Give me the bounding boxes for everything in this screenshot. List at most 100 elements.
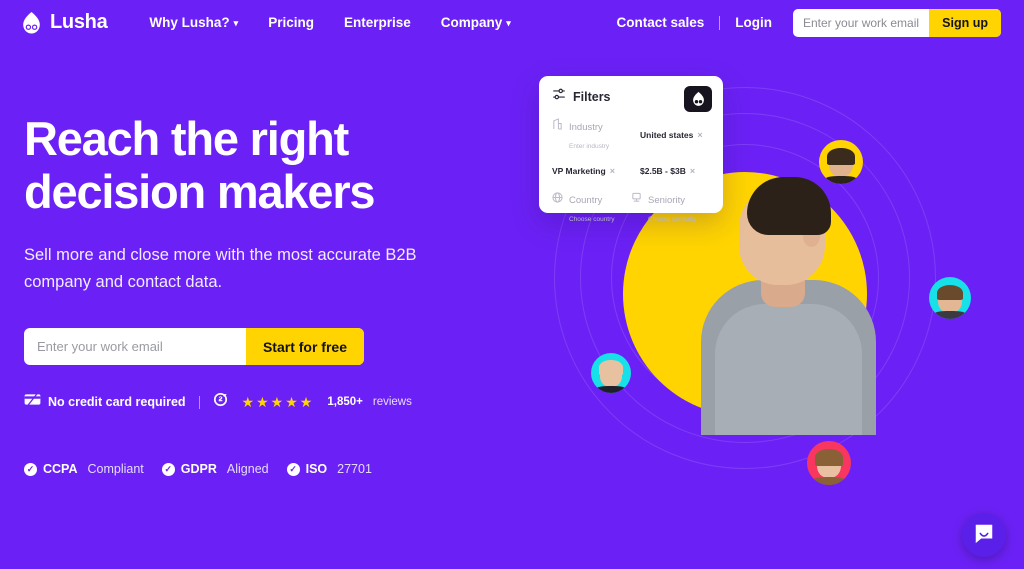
badge-iso: ✓ ISO 27701	[286, 462, 372, 476]
check-icon: ✓	[161, 462, 175, 476]
subhead-line-2: company and contact data.	[24, 273, 223, 291]
nav-item-label: Company	[440, 15, 503, 30]
filter-field-country[interactable]: Country Choose country	[552, 190, 631, 226]
filter-tag-country-value[interactable]: United states ×	[640, 117, 703, 153]
nav-item-why-lusha[interactable]: Why Lusha? ▾	[149, 15, 238, 30]
avatar-shirt	[824, 176, 858, 184]
hero-email-input[interactable]	[24, 329, 246, 364]
avatar-left	[591, 353, 631, 393]
filters-card-title: Filters	[573, 89, 611, 104]
nav-item-label: Pricing	[268, 15, 314, 30]
nav-item-label: Enterprise	[343, 15, 411, 30]
badge-name: ISO	[305, 462, 328, 476]
filter-row-country-seniority: Country Choose country Seniority Choose …	[552, 190, 710, 226]
sliders-icon	[552, 87, 566, 106]
chevron-down-icon: ▾	[506, 18, 511, 28]
avatar-shirt	[812, 477, 846, 485]
compliance-badges: ✓ CCPA Compliant ✓ GDPR Aligned ✓ ISO 27…	[24, 462, 372, 476]
g2-rating: ★ ★ ★ ★ ★ 1,850+ reviews	[213, 392, 412, 412]
filter-row-industry: Industry Enter industry United states ×	[552, 117, 710, 153]
reviews-label: reviews	[372, 396, 412, 408]
star-icon: ★	[285, 394, 298, 410]
star-icon: ★	[299, 394, 313, 410]
filter-tag-revenue-value[interactable]: $2.5B - $3B ×	[640, 166, 695, 176]
person-hair	[747, 177, 831, 235]
filters-card: Filters Industry Enter industry United s…	[539, 76, 723, 223]
main-nav-links: Why Lusha? ▾ Pricing Enterprise Company …	[149, 15, 510, 30]
avatar-face	[596, 360, 626, 393]
building-icon	[552, 117, 563, 135]
filter-tag-label: VP Marketing	[552, 166, 606, 176]
chat-widget-button[interactable]	[962, 513, 1006, 557]
chat-bubble-icon	[973, 522, 995, 549]
badge-status: 27701	[337, 462, 372, 476]
close-icon[interactable]: ×	[697, 130, 702, 140]
nav-item-label: Why Lusha?	[149, 15, 230, 30]
badge-ccpa: ✓ CCPA Compliant	[24, 462, 144, 476]
filter-tag-label: $2.5B - $3B	[640, 166, 686, 176]
filter-field-seniority[interactable]: Seniority Choose seniority	[631, 190, 710, 226]
lusha-logo[interactable]: Lusha	[20, 11, 108, 35]
signup-button[interactable]: Sign up	[929, 8, 1001, 37]
avatar-hair	[598, 360, 624, 376]
credit-card-icon	[24, 392, 41, 411]
top-navigation-bar: Lusha Why Lusha? ▾ Pricing Enterprise Co…	[0, 0, 1024, 45]
hero-signup-form: Start for free	[24, 328, 364, 365]
badge-name: CCPA	[43, 462, 78, 476]
avatar-hair	[936, 284, 964, 301]
check-icon: ✓	[286, 462, 300, 476]
filter-field-label: Seniority	[648, 195, 685, 206]
close-icon[interactable]: ×	[610, 166, 615, 176]
avatar-shirt	[596, 385, 626, 393]
filter-tag-seniority-value[interactable]: VP Marketing ×	[552, 166, 640, 176]
nav-actions: Contact sales Login Sign up	[616, 8, 1001, 37]
hero-subheadline: Sell more and close more with the most a…	[24, 242, 424, 296]
filter-row-tags: VP Marketing × $2.5B - $3B ×	[552, 166, 710, 176]
filter-field-label: Industry	[569, 122, 603, 133]
trust-indicators: No credit card required ★ ★ ★ ★ ★ 1,850+…	[24, 392, 494, 412]
nav-item-pricing[interactable]: Pricing	[268, 15, 314, 30]
nav-item-enterprise[interactable]: Enterprise	[344, 15, 411, 30]
globe-icon	[552, 190, 563, 208]
navbar-email-input[interactable]	[793, 9, 930, 36]
navbar-signup-form: Sign up	[793, 8, 1001, 37]
avatar-face	[824, 147, 858, 184]
filter-field-label: Country	[569, 195, 603, 206]
filter-tag-label: United states	[640, 130, 694, 140]
avatar-face	[812, 448, 846, 485]
start-for-free-button[interactable]: Start for free	[245, 328, 364, 365]
check-icon: ✓	[24, 462, 37, 476]
avatar-face	[934, 284, 966, 319]
contact-sales-link[interactable]: Contact sales	[616, 15, 704, 30]
avatar-shirt	[934, 311, 966, 319]
filter-field-sub: Enter industry	[569, 143, 610, 150]
chevron-down-icon: ▾	[233, 18, 239, 28]
login-link[interactable]: Login	[735, 15, 772, 30]
star-rating: ★ ★ ★ ★ ★	[242, 395, 313, 409]
star-icon: ★	[270, 394, 284, 410]
star-icon: ★	[241, 394, 255, 410]
headline-line-1: Reach the right	[24, 112, 349, 165]
star-icon: ★	[256, 394, 269, 410]
nav-item-company[interactable]: Company ▾	[441, 15, 511, 30]
avatar-top-right	[819, 140, 863, 184]
g2-logo-icon	[213, 392, 228, 412]
avatar-right	[929, 277, 971, 319]
no-credit-card-label: No credit card required	[48, 395, 186, 409]
hero-content: Reach the right decision makers Sell mor…	[24, 112, 494, 412]
lusha-app-icon	[684, 86, 712, 112]
close-icon[interactable]: ×	[690, 166, 695, 176]
lusha-wordmark: Lusha	[50, 11, 108, 33]
nav-divider	[719, 15, 721, 30]
badge-gdpr: ✓ GDPR Aligned	[161, 462, 269, 476]
lusha-droplet-icon	[20, 11, 43, 35]
filter-field-industry[interactable]: Industry Enter industry	[552, 117, 640, 153]
avatar-hair	[815, 448, 843, 466]
trust-divider	[198, 395, 200, 409]
filter-field-sub: Choose seniority	[648, 216, 697, 223]
headline-line-2: decision makers	[24, 165, 376, 218]
seniority-icon	[631, 190, 642, 208]
badge-name: GDPR	[180, 462, 217, 476]
no-credit-card-item: No credit card required	[24, 392, 186, 411]
filter-field-sub: Choose country	[569, 216, 615, 223]
